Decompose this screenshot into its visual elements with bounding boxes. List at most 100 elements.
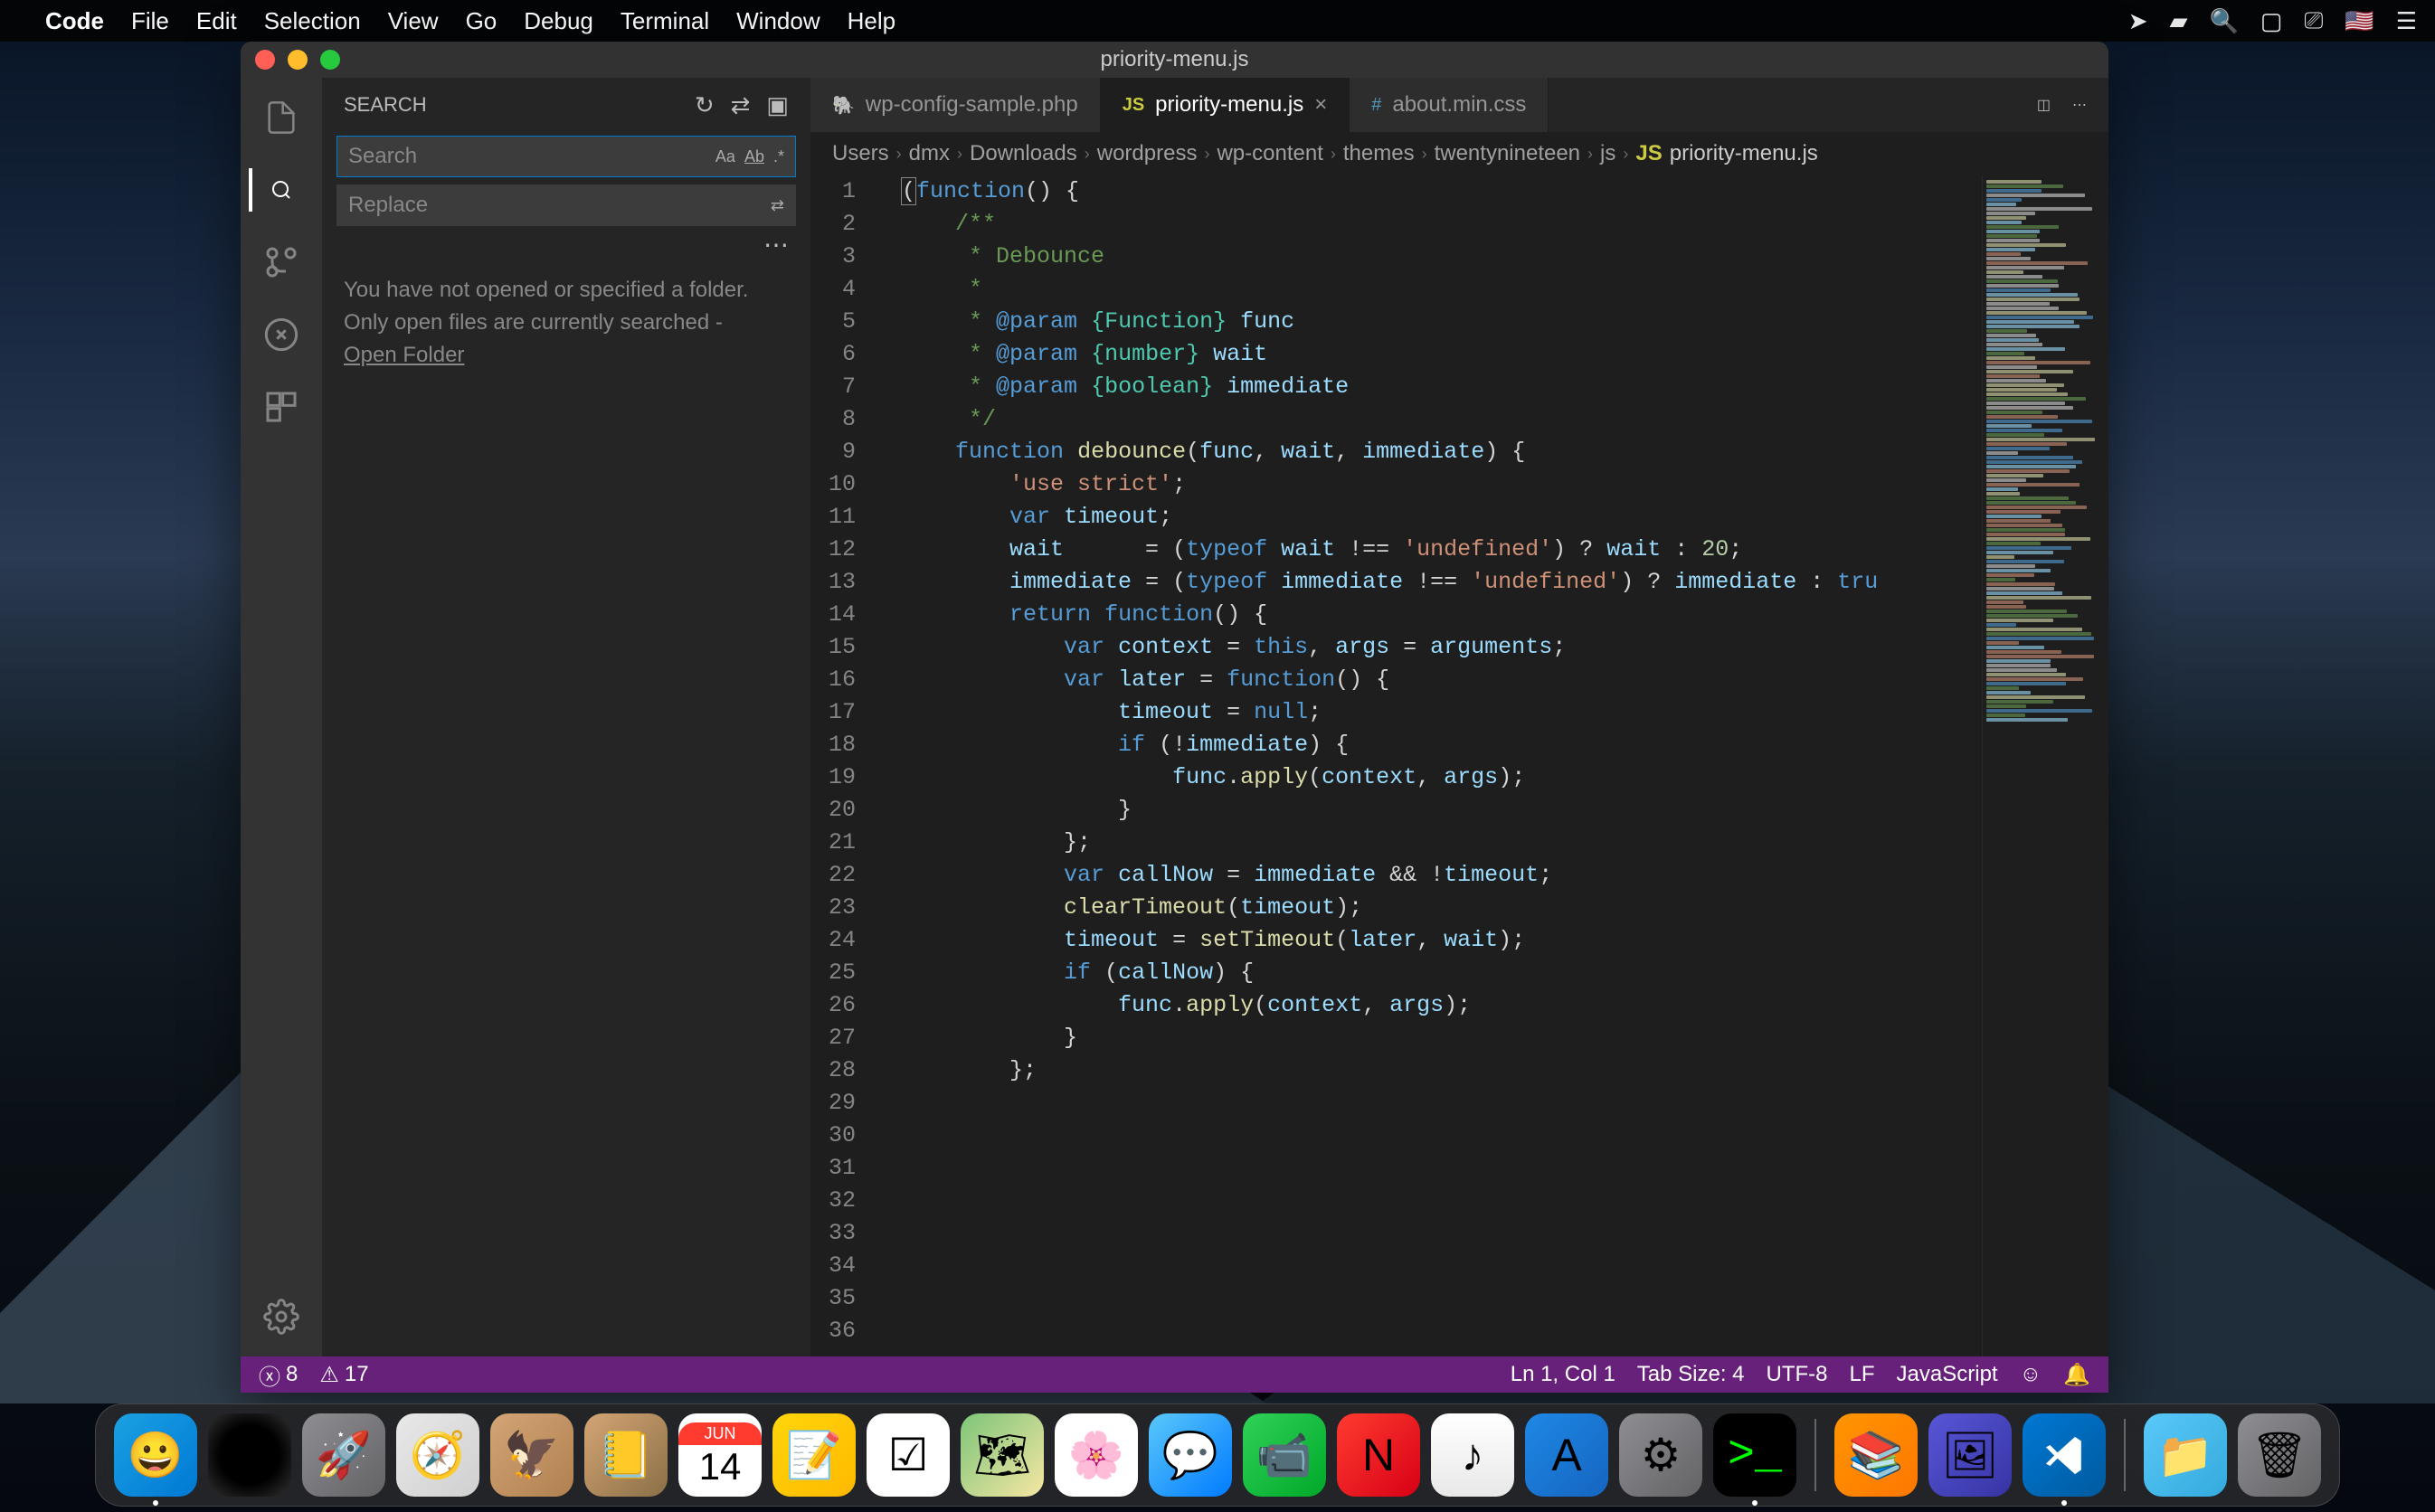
breadcrumb-item[interactable]: Downloads	[970, 141, 1077, 166]
notifications-bell-icon[interactable]: 🔔	[2063, 1362, 2090, 1388]
tabs-container: 🐘 wp-config-sample.php JS priority-menu.…	[810, 78, 2108, 132]
breadcrumb-item[interactable]: Users	[832, 141, 889, 166]
line-numbers-gutter[interactable]: 1234567891011121314151617181920212223242…	[810, 175, 874, 1356]
status-cursor-position[interactable]: Ln 1, Col 1	[1511, 1362, 1615, 1387]
flag-icon[interactable]: 🇺🇸	[2345, 7, 2373, 35]
status-tab-size[interactable]: Tab Size: 4	[1637, 1362, 1745, 1387]
css-icon: #	[1371, 95, 1381, 116]
dock-siri-icon[interactable]: ◉	[208, 1413, 291, 1497]
dock-appstore-icon[interactable]: A	[1525, 1413, 1608, 1497]
code-editor[interactable]: 1234567891011121314151617181920212223242…	[810, 175, 2108, 1356]
replace-input-box[interactable]: ⇄	[336, 184, 796, 226]
js-icon: JS	[1635, 141, 1662, 166]
js-icon: JS	[1123, 95, 1144, 116]
menubar-selection[interactable]: Selection	[264, 7, 361, 35]
feedback-icon[interactable]: ☺	[2020, 1362, 2042, 1387]
dock-photos-icon[interactable]: 🌸	[1055, 1413, 1138, 1497]
source-control-icon[interactable]	[260, 241, 303, 284]
dock-notes-icon[interactable]: 📝	[772, 1413, 856, 1497]
dock-vscode-icon[interactable]	[2023, 1413, 2106, 1497]
menubar-edit[interactable]: Edit	[196, 7, 237, 35]
match-whole-word-icon[interactable]: Ab	[744, 147, 764, 166]
tab-priority-menu[interactable]: JS priority-menu.js ×	[1101, 78, 1350, 132]
cursor-icon[interactable]: ➤	[2128, 7, 2148, 35]
breadcrumb-item[interactable]: wp-content	[1217, 141, 1322, 166]
status-warnings[interactable]: ⚠ 17	[319, 1362, 368, 1388]
dock-facetime-icon[interactable]: 📹	[1243, 1413, 1326, 1497]
settings-gear-icon[interactable]	[260, 1295, 303, 1338]
display-icon[interactable]: ⎚	[2305, 6, 2324, 35]
menubar-help[interactable]: Help	[848, 7, 895, 35]
notifications-icon[interactable]: ▰	[2170, 7, 2188, 35]
menubar-terminal[interactable]: Terminal	[621, 7, 709, 35]
debug-icon[interactable]	[260, 313, 303, 356]
status-eol[interactable]: LF	[1850, 1362, 1875, 1387]
window-titlebar[interactable]: priority-menu.js	[241, 42, 2108, 78]
dock-itunes-icon[interactable]: ♪	[1431, 1413, 1514, 1497]
dock-books-icon[interactable]: 📚	[1834, 1413, 1918, 1497]
menubar-go[interactable]: Go	[466, 7, 497, 35]
breadcrumb-item[interactable]: themes	[1343, 141, 1415, 166]
status-language[interactable]: JavaScript	[1897, 1362, 1998, 1387]
dock-calendar-icon[interactable]: JUN 14	[678, 1413, 762, 1497]
tab-wp-config[interactable]: 🐘 wp-config-sample.php	[810, 78, 1101, 132]
code-content[interactable]: (function() { /** * Debounce * * @param …	[874, 175, 1982, 1356]
dock-trash-icon[interactable]: 🗑	[2238, 1413, 2321, 1497]
status-encoding[interactable]: UTF-8	[1767, 1362, 1828, 1387]
breadcrumbs[interactable]: Users› dmx› Downloads› wordpress› wp-con…	[810, 132, 2108, 175]
toggle-search-details-icon[interactable]: ⋯	[322, 230, 810, 260]
replace-input[interactable]	[348, 193, 771, 218]
status-bar: ⓧ 8 ⚠ 17 Ln 1, Col 1 Tab Size: 4 UTF-8 L…	[241, 1356, 2108, 1393]
dock-news-icon[interactable]: N	[1337, 1413, 1420, 1497]
refresh-icon[interactable]: ↻	[695, 91, 715, 119]
dock-maps-icon[interactable]: 🗺	[961, 1413, 1044, 1497]
editor-area: 🐘 wp-config-sample.php JS priority-menu.…	[810, 78, 2108, 1356]
breadcrumb-item[interactable]: twentynineteen	[1435, 141, 1580, 166]
dock-safari-icon[interactable]: 🧭	[396, 1413, 479, 1497]
extensions-icon[interactable]	[260, 385, 303, 429]
dock-mail-icon[interactable]: 🦅	[490, 1413, 573, 1497]
dock-messages-icon[interactable]: 💬	[1149, 1413, 1232, 1497]
dock-settings-icon[interactable]: ⚙	[1619, 1413, 1702, 1497]
minimap[interactable]	[1982, 175, 2108, 1356]
dock-downloads-folder-icon[interactable]: 📁	[2144, 1413, 2227, 1497]
dock-finder-icon[interactable]: 😀	[114, 1413, 197, 1497]
breadcrumb-file[interactable]: priority-menu.js	[1670, 141, 1818, 166]
explorer-icon[interactable]	[260, 96, 303, 139]
breadcrumb-item[interactable]: js	[1600, 141, 1615, 166]
match-case-icon[interactable]: Aa	[715, 147, 735, 166]
dock-contacts-icon[interactable]: 📒	[584, 1413, 668, 1497]
menubar-debug[interactable]: Debug	[524, 7, 593, 35]
battery-icon[interactable]: ▢	[2260, 7, 2283, 35]
more-actions-icon[interactable]: ⋯	[2072, 96, 2087, 114]
window-maximize-button[interactable]	[320, 50, 340, 70]
clear-icon[interactable]: ⇄	[731, 91, 751, 119]
collapse-icon[interactable]: ▣	[766, 91, 789, 119]
search-icon[interactable]	[249, 168, 292, 212]
spotlight-icon[interactable]: 🔍	[2210, 7, 2239, 35]
regex-icon[interactable]: .*	[773, 147, 784, 166]
replace-all-icon[interactable]: ⇄	[771, 196, 784, 215]
menubar-window[interactable]: Window	[736, 7, 820, 35]
dock-preview-icon[interactable]: 🖼	[1928, 1413, 2012, 1497]
search-input-box[interactable]: Aa Ab .*	[336, 136, 796, 177]
menubar-app-name[interactable]: Code	[45, 7, 104, 35]
window-minimize-button[interactable]	[288, 50, 308, 70]
vscode-window: priority-menu.js	[241, 42, 2108, 1393]
breadcrumb-item[interactable]: wordpress	[1097, 141, 1198, 166]
search-input[interactable]	[348, 144, 715, 169]
dock-launchpad-icon[interactable]: 🚀	[302, 1413, 385, 1497]
dock-separator	[2124, 1419, 2126, 1491]
menubar-view[interactable]: View	[388, 7, 439, 35]
dock-reminders-icon[interactable]: ☑	[867, 1413, 950, 1497]
status-errors[interactable]: ⓧ 8	[259, 1359, 298, 1391]
dock-terminal-icon[interactable]: >_	[1713, 1413, 1796, 1497]
open-folder-link[interactable]: Open Folder	[344, 343, 464, 367]
split-editor-icon[interactable]: ◫	[2037, 96, 2051, 114]
menubar-file[interactable]: File	[131, 7, 169, 35]
tab-about-css[interactable]: # about.min.css	[1350, 78, 1549, 132]
control-center-icon[interactable]: ☰	[2396, 7, 2417, 35]
tab-close-icon[interactable]: ×	[1314, 92, 1327, 118]
breadcrumb-item[interactable]: dmx	[909, 141, 950, 166]
window-close-button[interactable]	[255, 50, 275, 70]
